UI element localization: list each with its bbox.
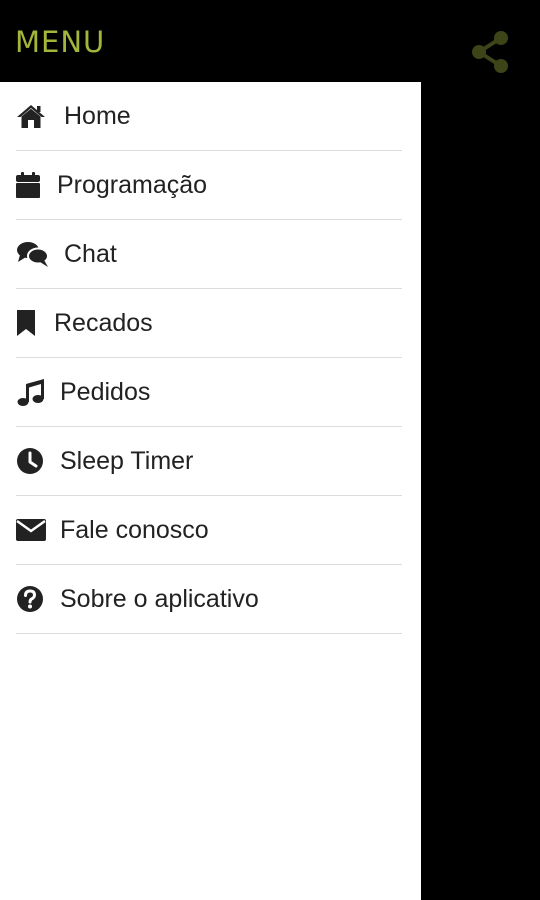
music-note-icon xyxy=(16,377,46,407)
menu-item-chat[interactable]: Chat xyxy=(16,220,402,289)
bookmark-icon xyxy=(16,308,38,338)
menu-list: Home Programação Chat Recados Pedidos Sl… xyxy=(16,82,402,634)
menu-item-label: Chat xyxy=(64,240,117,268)
menu-item-pedidos[interactable]: Pedidos xyxy=(16,358,402,427)
menu-item-label: Sleep Timer xyxy=(60,447,194,475)
clock-icon xyxy=(16,446,46,476)
menu-item-sleep-timer[interactable]: Sleep Timer xyxy=(16,427,402,496)
top-bar: MENU xyxy=(0,0,540,82)
chat-bubbles-icon xyxy=(16,239,50,269)
app-screen: MENU Home Programação Chat Recados Pedid… xyxy=(0,0,540,900)
menu-item-home[interactable]: Home xyxy=(16,82,402,151)
calendar-icon xyxy=(16,170,42,200)
menu-title: MENU xyxy=(15,25,106,59)
menu-item-label: Pedidos xyxy=(60,378,151,406)
menu-item-recados[interactable]: Recados xyxy=(16,289,402,358)
question-circle-icon xyxy=(16,584,46,614)
menu-item-label: Fale conosco xyxy=(60,516,209,544)
menu-item-programacao[interactable]: Programação xyxy=(16,151,402,220)
envelope-icon xyxy=(16,515,46,545)
menu-item-label: Programação xyxy=(57,171,208,199)
navigation-drawer: Home Programação Chat Recados Pedidos Sl… xyxy=(0,82,421,900)
menu-item-fale-conosco[interactable]: Fale conosco xyxy=(16,496,402,565)
menu-item-sobre[interactable]: Sobre o aplicativo xyxy=(16,565,402,634)
home-icon xyxy=(16,101,46,131)
menu-item-label: Home xyxy=(64,102,131,130)
menu-item-label: Sobre o aplicativo xyxy=(60,585,259,613)
share-icon xyxy=(470,30,510,79)
menu-item-label: Recados xyxy=(54,309,153,337)
share-button[interactable] xyxy=(466,30,514,78)
